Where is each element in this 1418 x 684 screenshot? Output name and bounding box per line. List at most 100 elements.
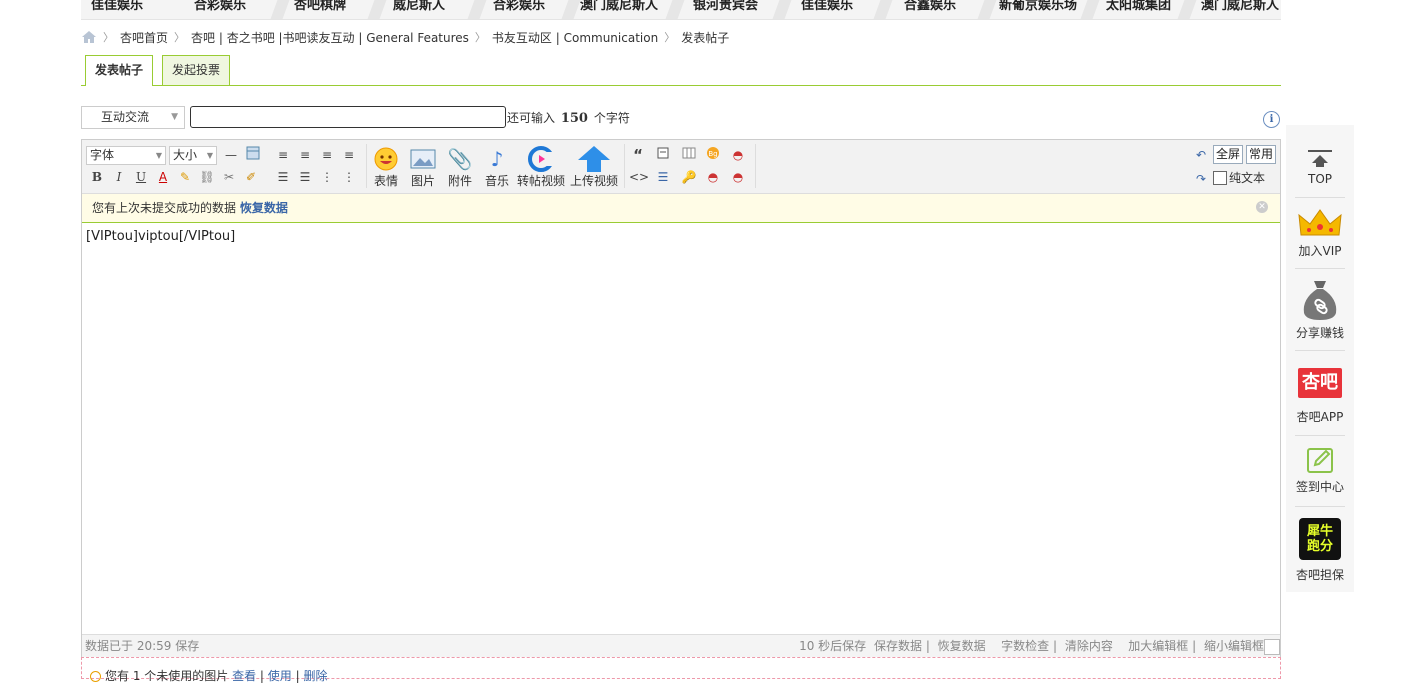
top-nav-item[interactable]: 佳佳娱乐 <box>91 0 143 13</box>
upload-video-button[interactable]: 上传视频 <box>569 146 619 189</box>
clear-format-icon[interactable]: ✐ <box>242 168 260 186</box>
breadcrumb-separator: 〉 <box>474 31 486 44</box>
background-icon[interactable]: Bg <box>704 146 722 164</box>
repost-video-label: 转帖视频 <box>516 174 565 188</box>
breadcrumb-forum-link[interactable]: 杏吧 | 杏之书吧 |书吧读友互动 | General Features <box>191 29 469 46</box>
font-family-select[interactable]: 字体 ▼ <box>86 146 166 165</box>
sidebar-divider <box>1295 197 1345 198</box>
ordered-list-icon[interactable]: ☰ <box>274 168 292 186</box>
align-center-icon[interactable]: ≡ <box>296 146 314 164</box>
top-nav-item[interactable]: 太阳城集团 <box>1106 0 1171 13</box>
crown-icon <box>1298 209 1342 236</box>
nav-divider <box>1080 0 1100 19</box>
nav-divider <box>772 0 792 19</box>
home-icon[interactable] <box>81 30 97 44</box>
use-images-link[interactable]: 使用 <box>268 669 292 683</box>
table-icon[interactable] <box>244 146 262 164</box>
shrink-editor-link[interactable]: 缩小编辑框 <box>1204 639 1264 653</box>
repost-video-button[interactable]: 转帖视频 <box>516 146 566 189</box>
align-justify-icon[interactable]: ≡ <box>318 146 336 164</box>
plain-text-label: 纯文本 <box>1229 171 1266 185</box>
tab-post[interactable]: 发表帖子 <box>85 55 154 86</box>
top-nav-item[interactable]: 澳门威尼斯人 <box>580 0 658 13</box>
top-nav-item[interactable]: 合彩娱乐 <box>493 0 545 13</box>
checkin-center-button[interactable]: 签到中心 <box>1286 445 1354 495</box>
tab-vote[interactable]: 发起投票 <box>162 55 231 85</box>
image-icon <box>403 146 443 172</box>
quote-icon[interactable]: “ <box>629 146 647 164</box>
join-vip-button[interactable]: 加入VIP <box>1286 207 1354 259</box>
editor-content[interactable]: [VIPtou]viptou[/VIPtou] <box>86 229 235 244</box>
word-check-link[interactable]: 字数检查 <box>1001 639 1049 653</box>
arrow-up-icon <box>1308 150 1332 167</box>
breadcrumb-separator: 〉 <box>103 31 114 44</box>
font-size-select[interactable]: 大小 ▼ <box>169 146 217 165</box>
hide-content-icon[interactable]: ☰ <box>654 168 672 186</box>
font-color-icon[interactable]: A <box>154 168 172 186</box>
link-icon[interactable]: ⛓ <box>198 168 216 186</box>
music-button[interactable]: ♪ 音乐 <box>477 146 517 189</box>
plain-text-checkbox[interactable] <box>1213 171 1227 185</box>
top-nav-item[interactable]: 威尼斯人 <box>393 0 445 13</box>
undo-icon[interactable]: ↶ <box>1192 146 1210 164</box>
nav-divider <box>270 0 290 19</box>
columns-icon[interactable] <box>680 146 698 164</box>
restore-data-link[interactable]: 恢复数据 <box>240 201 288 215</box>
share-earn-button[interactable]: 分享赚钱 <box>1286 279 1354 341</box>
nav-divider <box>367 0 387 19</box>
post-type-tabs: 发表帖子 发起投票 <box>81 55 1281 86</box>
align-left-icon[interactable]: ≡ <box>274 146 292 164</box>
qq-chat-icon[interactable]: ◓ <box>704 168 722 186</box>
italic-icon[interactable]: I <box>110 168 128 186</box>
close-icon[interactable]: ✕ <box>1256 201 1268 213</box>
sidebar-divider <box>1295 435 1345 436</box>
top-nav-item[interactable]: 新葡京娱乐场 <box>999 0 1077 13</box>
code-icon[interactable]: <> <box>629 168 649 186</box>
view-images-link[interactable]: 查看 <box>232 669 256 683</box>
category-select[interactable]: 互动交流 ▼ <box>81 106 185 129</box>
spellcheck-icon[interactable]: ✎ <box>176 168 194 186</box>
checkin-label: 签到中心 <box>1295 480 1344 494</box>
attachment-button[interactable]: 📎 附件 <box>440 146 480 189</box>
outdent-icon[interactable]: ⋮ <box>340 168 358 186</box>
guarantee-button[interactable]: 犀牛跑分 杏吧担保 <box>1286 518 1354 583</box>
top-nav-item[interactable]: 杏吧棋牌 <box>294 0 346 13</box>
underline-icon[interactable]: U <box>132 168 150 186</box>
unordered-list-icon[interactable]: ☰ <box>296 168 314 186</box>
sidebar-divider <box>1295 350 1345 351</box>
common-button[interactable]: 常用 <box>1246 145 1277 164</box>
unlink-icon[interactable]: ✂ <box>220 168 238 186</box>
delete-images-link[interactable]: 删除 <box>303 669 327 683</box>
back-to-top-button[interactable]: TOP <box>1286 149 1354 186</box>
clear-content-link[interactable]: 清除内容 <box>1065 639 1113 653</box>
app-download-button[interactable]: 杏吧 杏吧APP <box>1286 368 1354 425</box>
upload-arrow-icon <box>569 146 619 172</box>
indent-icon[interactable]: ⋮ <box>318 168 336 186</box>
fullscreen-button[interactable]: 全屏 <box>1213 145 1244 164</box>
password-icon[interactable]: 🔑 <box>680 168 698 186</box>
bold-icon[interactable]: B <box>88 168 106 186</box>
breadcrumb-board-link[interactable]: 书友互动区 | Communication <box>492 29 658 46</box>
restore-data-button[interactable]: 恢复数据 <box>938 639 986 653</box>
redo-icon[interactable]: ↷ <box>1192 170 1210 188</box>
top-nav-item[interactable]: 合彩娱乐 <box>194 0 246 13</box>
save-data-link[interactable]: 保存数据 <box>874 639 922 653</box>
top-nav-item[interactable]: 合鑫娱乐 <box>904 0 956 13</box>
enlarge-editor-link[interactable]: 加大编辑框 <box>1128 639 1188 653</box>
chevron-down-icon: ▼ <box>155 151 162 160</box>
top-nav-item[interactable]: 银河贵宾会 <box>693 0 758 13</box>
align-right-icon[interactable]: ≡ <box>340 146 358 164</box>
qq-icon[interactable]: ◓ <box>729 146 747 164</box>
title-input[interactable] <box>190 106 506 128</box>
info-icon[interactable]: i <box>1263 111 1280 128</box>
breadcrumb-home-link[interactable]: 杏吧首页 <box>120 29 168 46</box>
vip-label: 加入VIP <box>1298 244 1342 258</box>
emoji-button[interactable]: 表情 <box>366 146 406 189</box>
free-block-icon[interactable] <box>654 146 672 164</box>
editor-statusbar: 数据已于 20:59 保存 10 秒后保存 保存数据 | 恢复数据 字数检查 |… <box>82 634 1280 657</box>
image-button[interactable]: 图片 <box>403 146 443 189</box>
horizontal-rule-icon[interactable]: — <box>222 146 240 164</box>
top-nav-item[interactable]: 澳门威尼斯人 <box>1201 0 1279 13</box>
top-nav-item[interactable]: 佳佳娱乐 <box>801 0 853 13</box>
qq-group-icon[interactable]: ◓ <box>729 168 747 186</box>
